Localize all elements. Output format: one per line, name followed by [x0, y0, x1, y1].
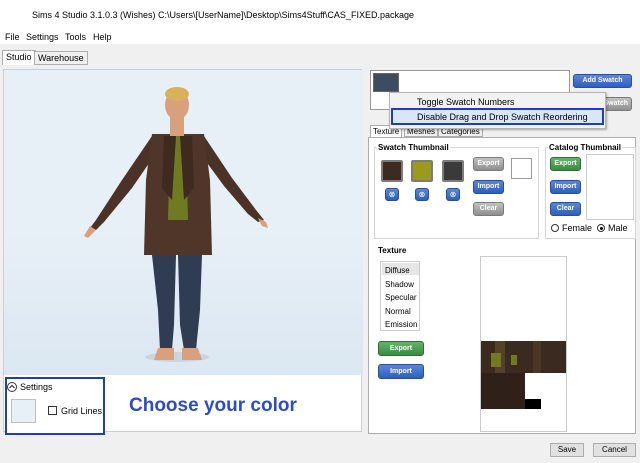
gender-male-option[interactable]: Male	[597, 223, 628, 233]
background-color-swatch[interactable]	[11, 399, 36, 423]
swatch-item[interactable]	[373, 73, 399, 92]
swatch-thumbnail-preview	[511, 158, 532, 179]
catalog-import-button[interactable]: Import	[550, 180, 581, 194]
male-radio[interactable]	[597, 224, 605, 232]
remove-color-1-icon[interactable]: ⊗	[385, 188, 399, 201]
tab-warehouse[interactable]: Warehouse	[34, 51, 88, 65]
female-radio[interactable]	[551, 224, 559, 232]
choose-color-annotation: Choose your color	[129, 395, 297, 416]
swatch-thumbnail-title: Swatch Thumbnail	[377, 143, 450, 152]
add-swatch-button[interactable]: Add Swatch	[573, 74, 632, 88]
settings-toggle[interactable]: Settings	[7, 382, 53, 392]
male-label: Male	[608, 223, 628, 233]
remove-color-3-icon[interactable]: ⊗	[446, 188, 460, 201]
window-title: Sims 4 Studio 3.1.0.3 (Wishes) C:\Users\…	[32, 10, 414, 20]
female-label: Female	[562, 223, 593, 233]
texture-item-diffuse[interactable]: Diffuse	[385, 266, 410, 275]
swatch-clear-button[interactable]: Clear	[473, 202, 504, 216]
gridlines-checkbox[interactable]	[48, 406, 57, 415]
menu-tools[interactable]: Tools	[65, 32, 86, 42]
swatch-import-button[interactable]: Import	[473, 180, 504, 194]
menu-help[interactable]: Help	[93, 32, 112, 42]
texture-item-normal[interactable]: Normal	[385, 307, 411, 316]
sim-model[interactable]	[4, 70, 363, 375]
settings-label: Settings	[20, 382, 53, 392]
tab-studio[interactable]: Studio	[2, 50, 36, 65]
texture-uv-map	[481, 341, 566, 409]
catalog-thumbnail-title: Catalog Thumbnail	[548, 143, 622, 152]
catalog-clear-button[interactable]: Clear	[550, 202, 581, 216]
swatch-color-2[interactable]	[411, 160, 433, 182]
menu-file[interactable]: File	[5, 32, 20, 42]
toggle-swatch-numbers-item[interactable]: Toggle Swatch Numbers	[417, 97, 515, 107]
swatch-color-3[interactable]	[442, 160, 464, 182]
texture-item-emission[interactable]: Emission	[385, 320, 417, 329]
cancel-button[interactable]: Cancel	[593, 443, 636, 457]
texture-uv-preview	[480, 256, 567, 432]
swatch-color-1[interactable]	[381, 160, 403, 182]
swatch-export-button[interactable]: Export	[473, 157, 504, 171]
catalog-thumbnail-preview	[586, 154, 634, 220]
app-window: Sims 4 Studio 3.1.0.3 (Wishes) C:\Users\…	[0, 0, 640, 463]
catalog-export-button[interactable]: Export	[550, 157, 581, 171]
texture-item-shadow[interactable]: Shadow	[385, 280, 414, 289]
remove-color-2-icon[interactable]: ⊗	[415, 188, 429, 201]
texture-export-button[interactable]: Export	[378, 341, 424, 356]
chevron-up-icon	[7, 382, 17, 392]
title-bar: Sims 4 Studio 3.1.0.3 (Wishes) C:\Users\…	[0, 0, 640, 32]
disable-drag-drop-reordering-item[interactable]: Disable Drag and Drop Swatch Reordering	[417, 112, 588, 122]
menu-bar: File Settings Tools Help	[0, 32, 640, 44]
menu-settings[interactable]: Settings	[26, 32, 59, 42]
texture-title: Texture	[377, 246, 408, 255]
gender-female-option[interactable]: Female	[551, 223, 592, 233]
texture-import-button[interactable]: Import	[378, 364, 424, 379]
gridlines-label: Grid Lines	[61, 406, 103, 416]
save-button[interactable]: Save	[550, 443, 584, 457]
texture-item-specular[interactable]: Specular	[385, 293, 417, 302]
